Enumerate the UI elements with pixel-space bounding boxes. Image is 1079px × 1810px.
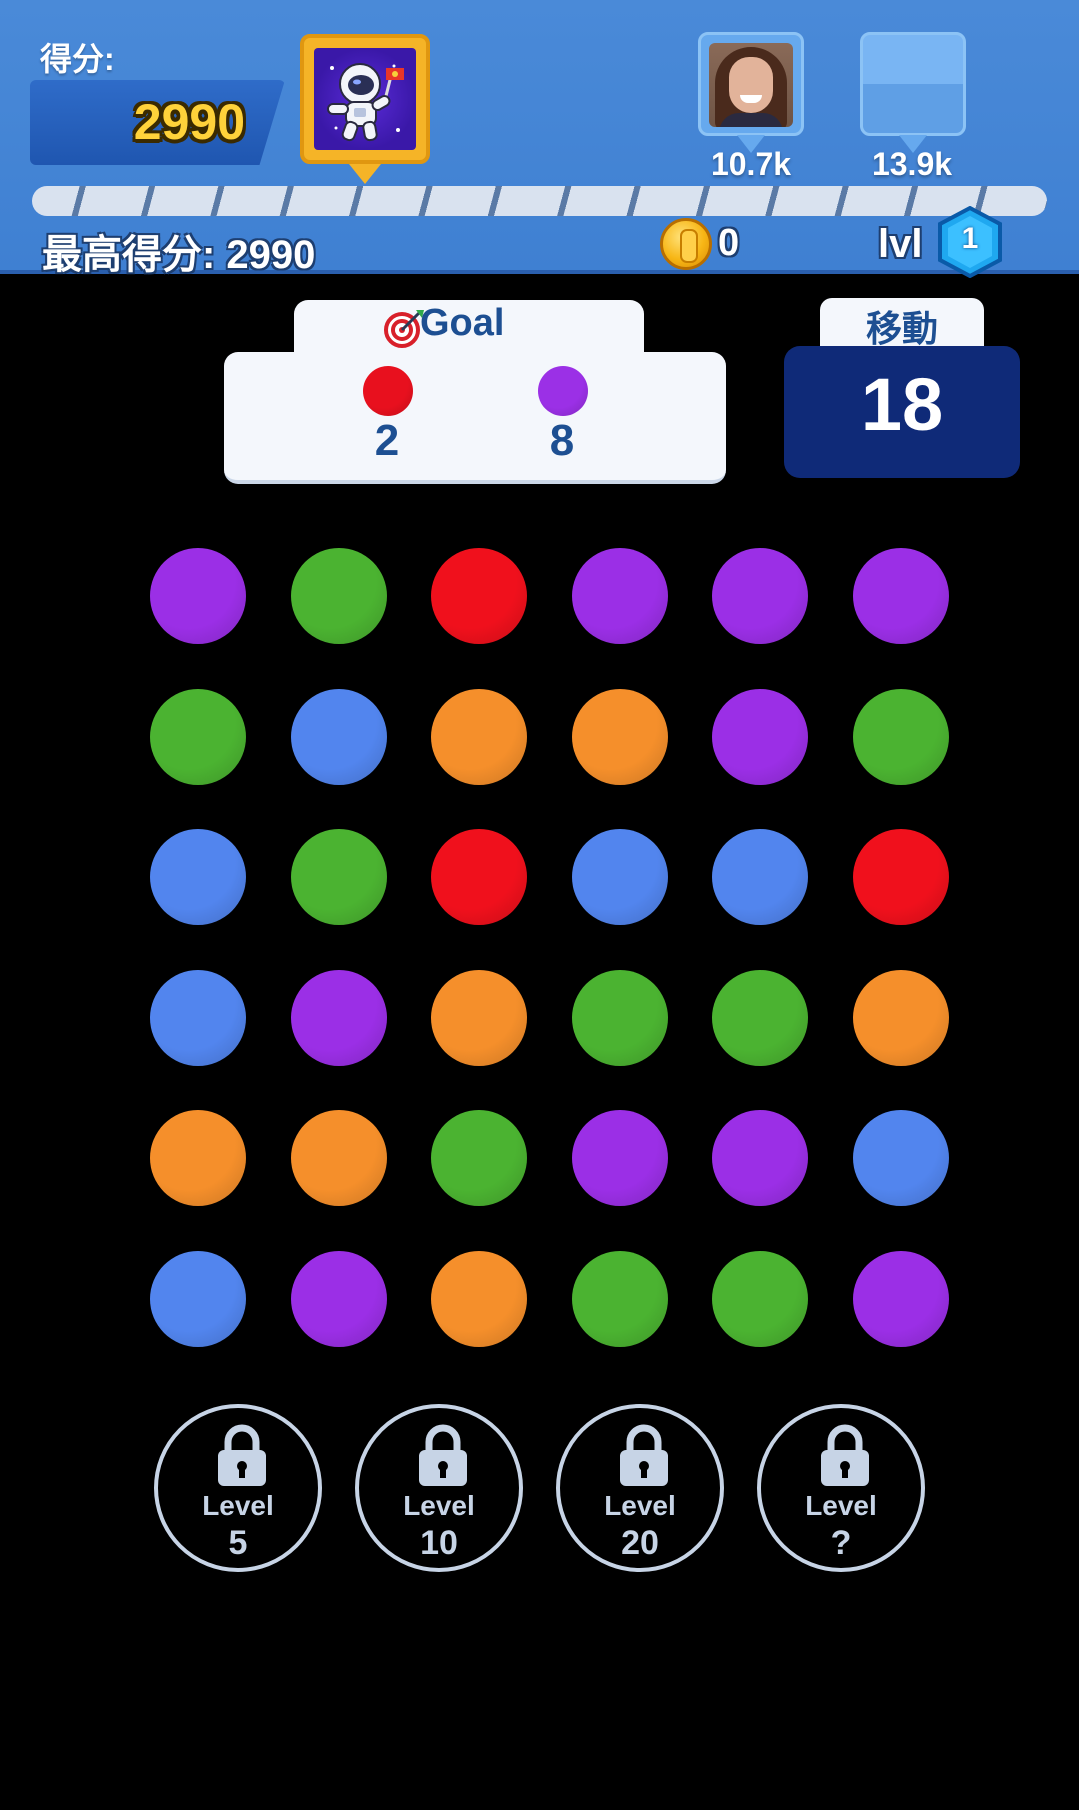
person-photo xyxy=(709,43,793,127)
dot-blue[interactable] xyxy=(712,829,808,925)
dot-purple[interactable] xyxy=(150,548,246,644)
coin-count: 0 xyxy=(718,222,740,264)
lock-level-value: 10 xyxy=(420,1524,458,1562)
opponent-score: 10.7k xyxy=(710,146,792,182)
dot-orange[interactable] xyxy=(853,970,949,1066)
level-label: lvl xyxy=(878,222,923,266)
dot-green[interactable] xyxy=(572,970,668,1066)
dot-orange[interactable] xyxy=(431,1251,527,1347)
goal-red-count: 2 xyxy=(374,416,400,465)
goal-title: Goal xyxy=(420,302,505,344)
lock-icon xyxy=(620,1424,668,1486)
best-score: 最高得分: 2990 xyxy=(42,233,316,277)
goal-panel xyxy=(224,352,726,484)
lock-level-value: 20 xyxy=(621,1524,659,1562)
astronaut-icon xyxy=(314,48,416,150)
dot-blue[interactable] xyxy=(150,829,246,925)
moves-label: 移動 xyxy=(865,308,938,349)
lock-level-value: ? xyxy=(830,1524,852,1562)
level-value: 1 xyxy=(961,222,979,255)
dot-orange[interactable] xyxy=(572,689,668,785)
locked-level-20-button[interactable]: Level 20 xyxy=(556,1404,724,1572)
lock-level-label: Level xyxy=(403,1490,475,1521)
lock-level-value: 5 xyxy=(228,1524,248,1562)
dot-orange[interactable] xyxy=(291,1110,387,1206)
dot-purple[interactable] xyxy=(291,970,387,1066)
dot-red[interactable] xyxy=(431,829,527,925)
dot-purple[interactable] xyxy=(853,548,949,644)
lock-icon xyxy=(419,1424,467,1486)
goal-red-dot xyxy=(363,366,413,416)
lock-icon xyxy=(821,1424,869,1486)
locked-level-10-button[interactable]: Level 10 xyxy=(355,1404,523,1572)
dot-blue[interactable] xyxy=(853,1110,949,1206)
dot-purple[interactable] xyxy=(712,689,808,785)
opponent-avatar[interactable] xyxy=(698,32,804,153)
goal-purple-dot xyxy=(538,366,588,416)
dot-red[interactable] xyxy=(431,548,527,644)
dot-purple[interactable] xyxy=(572,548,668,644)
lock-level-label: Level xyxy=(202,1490,274,1521)
dot-green[interactable] xyxy=(853,689,949,785)
dot-blue[interactable] xyxy=(150,1251,246,1347)
target-icon xyxy=(384,310,424,348)
dot-blue[interactable] xyxy=(291,689,387,785)
dot-purple[interactable] xyxy=(572,1110,668,1206)
dot-green[interactable] xyxy=(291,829,387,925)
goal-purple-count: 8 xyxy=(549,416,575,465)
dot-purple[interactable] xyxy=(291,1251,387,1347)
dot-green[interactable] xyxy=(291,548,387,644)
coin-icon xyxy=(660,218,712,270)
score-label: 得分: xyxy=(40,41,115,77)
dot-green[interactable] xyxy=(712,970,808,1066)
lock-level-label: Level xyxy=(604,1490,676,1521)
dot-blue[interactable] xyxy=(572,829,668,925)
top-bar: 得分: 2990 10.7k 13.9k 最高得分: 2990 0 lvl 1 xyxy=(0,0,1079,278)
dot-red[interactable] xyxy=(853,829,949,925)
lock-icon xyxy=(218,1424,266,1486)
locked-level-5-button[interactable]: Level 5 xyxy=(154,1404,322,1572)
player-avatar[interactable] xyxy=(300,34,430,184)
lock-level-label: Level xyxy=(805,1490,877,1521)
moves-value: 18 xyxy=(860,363,944,446)
dot-purple[interactable] xyxy=(712,1110,808,1206)
dot-green[interactable] xyxy=(150,689,246,785)
dot-green[interactable] xyxy=(431,1110,527,1206)
dot-green[interactable] xyxy=(572,1251,668,1347)
opponent-avatar-empty[interactable] xyxy=(860,32,966,153)
dot-purple[interactable] xyxy=(712,548,808,644)
dot-orange[interactable] xyxy=(150,1110,246,1206)
dot-green[interactable] xyxy=(712,1251,808,1347)
dot-orange[interactable] xyxy=(431,689,527,785)
dot-blue[interactable] xyxy=(150,970,246,1066)
opponent-score: 13.9k xyxy=(871,146,953,182)
locked-level-unknown-button[interactable]: Level ? xyxy=(757,1404,925,1572)
score-value: 2990 xyxy=(133,94,245,150)
dot-orange[interactable] xyxy=(431,970,527,1066)
dot-purple[interactable] xyxy=(853,1251,949,1347)
score-progress-bar xyxy=(32,186,1047,216)
